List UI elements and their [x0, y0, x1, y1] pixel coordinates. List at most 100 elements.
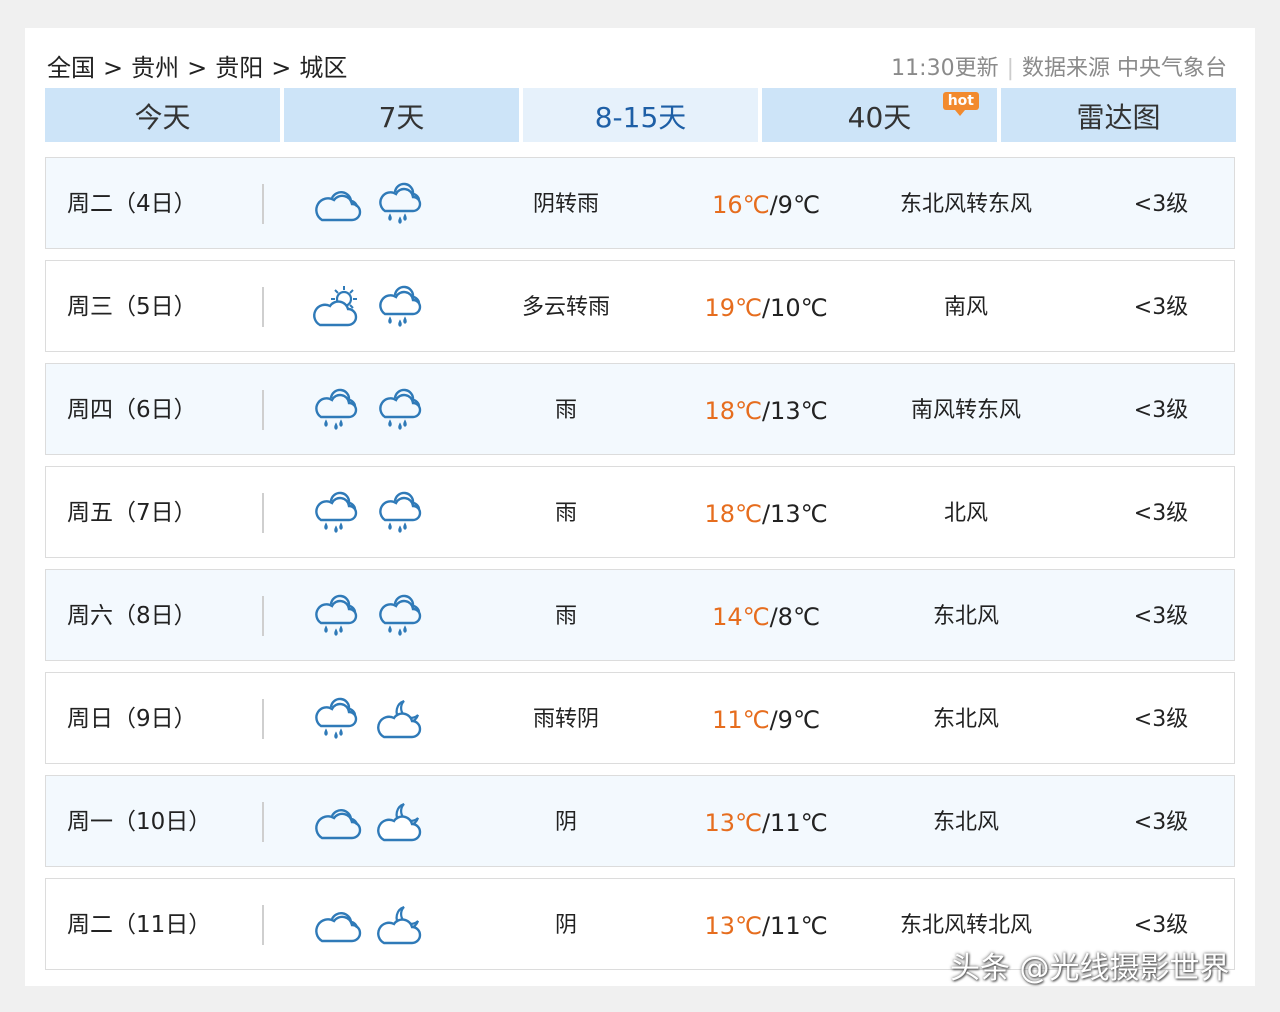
tab-8-15-days[interactable]: 8-15天	[523, 88, 758, 142]
temp-separator: /	[761, 294, 771, 322]
temp-high: 13℃	[704, 809, 762, 837]
temp-low: 10℃	[770, 294, 828, 322]
wind-level: <3级	[1133, 604, 1189, 629]
temp-high: 13℃	[704, 912, 762, 940]
temp-separator: /	[761, 500, 771, 528]
column-divider	[262, 184, 264, 224]
rain-icon	[310, 592, 364, 642]
temp-separator: /	[761, 397, 771, 425]
tab-7-days[interactable]: 7天	[284, 88, 519, 142]
tab-40-days[interactable]: 40天 hot	[762, 88, 997, 142]
temp-high: 11℃	[712, 706, 770, 734]
column-divider	[262, 802, 264, 842]
partly-cloudy-sun-icon	[310, 283, 364, 333]
forecast-tabs: 今天 7天 8-15天 40天 hot 雷达图	[45, 88, 1237, 142]
update-time: 11:30更新	[891, 56, 999, 81]
breadcrumb-national[interactable]: 全国	[47, 54, 95, 82]
breadcrumb-province[interactable]: 贵州	[131, 54, 179, 82]
column-divider	[262, 390, 264, 430]
rain-icon	[310, 489, 364, 539]
temp-separator: /	[761, 809, 771, 837]
forecast-day: 周六（8日）	[67, 603, 197, 629]
forecast-row: 周四（6日） 雨 18℃/13℃ 南风转东风 <3级	[45, 363, 1235, 455]
column-divider	[262, 596, 264, 636]
cloud-icon	[310, 798, 364, 848]
weather-description: 雨	[554, 604, 577, 629]
wind-level: <3级	[1133, 707, 1189, 732]
wind-level: <3级	[1133, 398, 1189, 423]
weather-icons	[310, 798, 430, 848]
weather-description: 阴	[554, 810, 577, 835]
weather-icons	[310, 283, 430, 333]
temperature-range: 11℃/9℃	[656, 673, 876, 767]
forecast-day: 周四（6日）	[67, 397, 197, 423]
column-divider	[262, 699, 264, 739]
breadcrumb-city[interactable]: 贵阳	[215, 54, 263, 82]
column-divider	[262, 905, 264, 945]
data-source: 数据来源 中央气象台	[1022, 56, 1227, 81]
wind-level: <3级	[1133, 501, 1189, 526]
temp-separator: /	[769, 191, 778, 219]
temp-low: 11℃	[770, 912, 828, 940]
forecast-day: 周三（5日）	[67, 294, 197, 320]
rain-icon	[310, 695, 364, 745]
tab-label: 今天	[134, 101, 191, 134]
top-bar: 全国 > 贵州 > 贵阳 > 城区 11:30更新 | 数据来源 中央气象台	[47, 46, 1227, 82]
temp-high: 18℃	[704, 500, 762, 528]
wind-level: <3级	[1133, 192, 1189, 217]
temp-low: 13℃	[770, 500, 828, 528]
breadcrumb-separator: >	[187, 54, 208, 82]
temperature-range: 13℃/11℃	[656, 776, 876, 870]
forecast-row: 周一（10日） 阴 13℃/11℃ 东北风 <3级	[45, 775, 1235, 867]
wind-direction: 东北风	[932, 604, 999, 629]
temperature-range: 18℃/13℃	[656, 364, 876, 458]
weather-icons	[310, 180, 430, 230]
forecast-day: 周二（11日）	[67, 912, 212, 938]
temp-separator: /	[761, 912, 771, 940]
breadcrumb: 全国 > 贵州 > 贵阳 > 城区	[47, 48, 347, 83]
wind-direction: 东北风	[932, 810, 999, 835]
breadcrumb-district: 城区	[299, 54, 348, 82]
wind-level: <3级	[1133, 295, 1189, 320]
forecast-row: 周五（7日） 雨 18℃/13℃ 北风 <3级	[45, 466, 1235, 558]
wind-direction: 南风	[943, 295, 988, 320]
forecast-day: 周二（4日）	[67, 191, 197, 217]
weather-description: 雨	[554, 501, 577, 526]
temp-high: 14℃	[712, 603, 770, 631]
temp-low: 11℃	[770, 809, 828, 837]
forecast-day: 周一（10日）	[67, 809, 212, 835]
tab-today[interactable]: 今天	[45, 88, 280, 142]
wind-direction: 南风转东风	[910, 398, 1021, 423]
wind-level: <3级	[1133, 810, 1189, 835]
update-info: 11:30更新 | 数据来源 中央气象台	[891, 50, 1227, 82]
weather-card: 全国 > 贵州 > 贵阳 > 城区 11:30更新 | 数据来源 中央气象台 今天 7天 8-1…	[25, 28, 1255, 986]
temp-low: 8℃	[777, 603, 820, 631]
tab-radar[interactable]: 雷达图	[1001, 88, 1236, 142]
forecast-row: 周二（4日） 阴转雨 16℃/9℃ 东北风转东风 <3级	[45, 157, 1235, 249]
rain-icon	[374, 283, 428, 333]
weather-icons	[310, 592, 430, 642]
weather-icons	[310, 901, 430, 951]
hot-badge: hot	[942, 92, 979, 116]
forecast-row: 周六（8日） 雨 14℃/8℃ 东北风 <3级	[45, 569, 1235, 661]
rain-icon	[374, 489, 428, 539]
temp-low: 9℃	[777, 706, 820, 734]
forecast-day: 周日（9日）	[67, 706, 197, 732]
rain-icon	[310, 386, 364, 436]
forecast-row: 周三（5日） 多云转雨 19℃/10℃ 南风 <3级	[45, 260, 1235, 352]
weather-description: 多云转雨	[521, 295, 610, 320]
temperature-range: 14℃/8℃	[656, 570, 876, 664]
temp-high: 16℃	[712, 191, 770, 219]
cloud-icon	[310, 901, 364, 951]
tab-label: 8-15天	[594, 101, 687, 134]
weather-description: 阴转雨	[532, 192, 599, 217]
temp-low: 9℃	[777, 191, 820, 219]
meta-divider: |	[1006, 56, 1014, 81]
tab-label: 雷达图	[1076, 101, 1161, 134]
cloud-icon	[310, 180, 364, 230]
temp-separator: /	[769, 603, 778, 631]
weather-icons	[310, 489, 430, 539]
tab-label: 40天	[847, 101, 912, 134]
temperature-range: 16℃/9℃	[656, 158, 876, 252]
wind-direction: 东北风转东风	[899, 192, 1032, 217]
